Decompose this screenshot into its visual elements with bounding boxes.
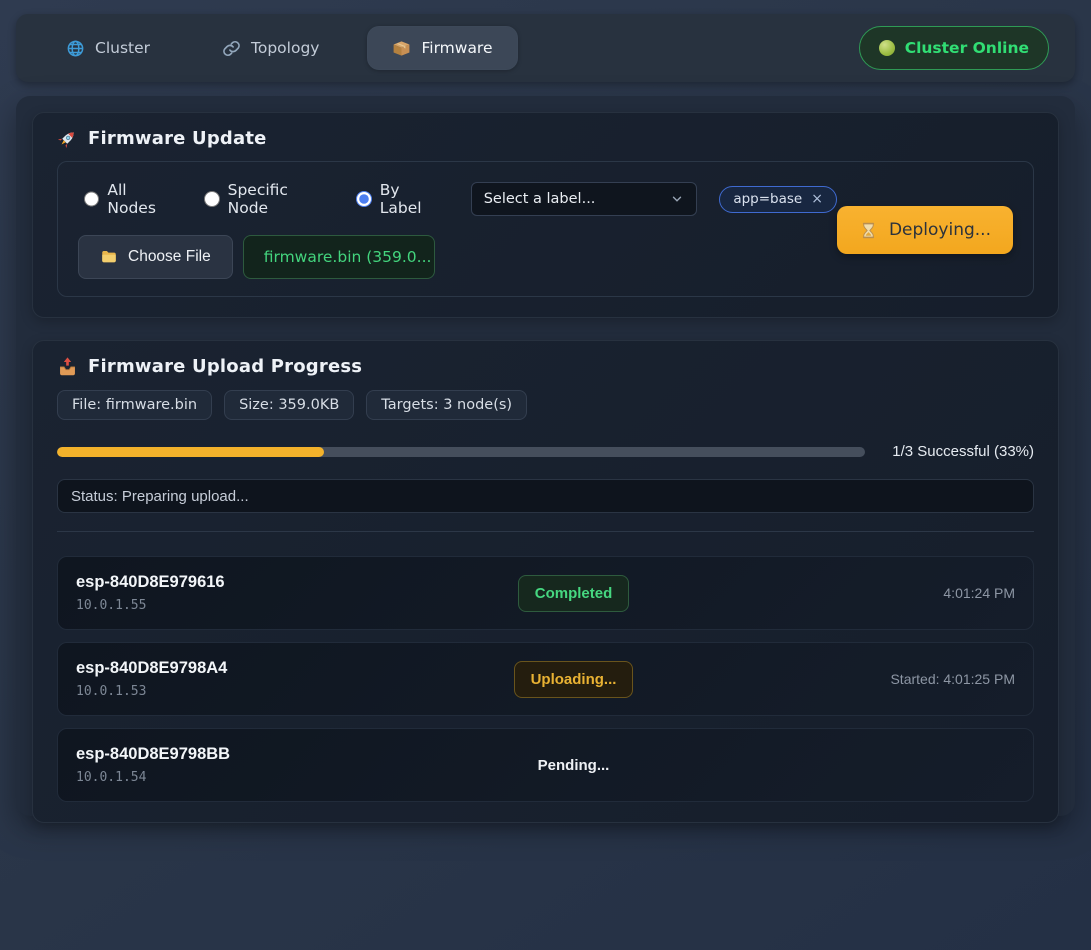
node-name: esp-840D8E9798BB [76,745,358,764]
node-row: esp-840D8E979616 10.0.1.55 Completed 4:0… [57,556,1034,630]
node-name: esp-840D8E979616 [76,573,358,592]
selected-file-chip: firmware.bin (359.0... [243,235,435,279]
label-select-placeholder: Select a label... [484,191,596,207]
target-mode-radios: All Nodes Specific Node By Label Select … [84,181,837,217]
link-icon [222,39,241,58]
upload-progress-title: Firmware Upload Progress [57,356,1034,377]
divider [57,531,1034,532]
radio-specific-node-label[interactable]: Specific Node [228,181,330,217]
radio-by-label-label[interactable]: By Label [380,181,444,217]
tab-cluster-label: Cluster [95,39,150,57]
radio-specific-node[interactable]: Specific Node [204,181,329,217]
globe-icon [66,39,85,58]
deploy-form-fields: All Nodes Specific Node By Label Select … [78,181,837,279]
label-tag-app-base[interactable]: app=base × [719,186,837,213]
meta-badge-file: File: firmware.bin [57,390,212,420]
status-badge-uploading: Uploading... [514,661,634,698]
node-ip: 10.0.1.54 [76,770,358,785]
hourglass-icon [859,221,878,240]
deploy-button[interactable]: Deploying... [837,206,1013,254]
green-dot-icon [879,40,895,56]
outbox-icon [57,356,78,377]
cluster-status-label: Cluster Online [905,39,1029,57]
selected-file-label: firmware.bin (359.0... [264,248,432,266]
choose-file-label: Choose File [128,248,211,266]
label-select[interactable]: Select a label... [471,182,698,216]
node-row: esp-840D8E9798A4 10.0.1.53 Uploading... … [57,642,1034,716]
tab-firmware-label: Firmware [421,39,492,57]
radio-all-nodes-label[interactable]: All Nodes [107,181,177,217]
node-time: Started: 4:01:25 PM [789,671,1015,687]
upload-progress-row: 1/3 Successful (33%) [57,443,1034,460]
upload-progress-card: Firmware Upload Progress File: firmware.… [32,340,1059,823]
folder-icon [100,248,118,266]
node-time: 4:01:24 PM [789,585,1015,601]
file-picker-row: Choose File firmware.bin (359.0... [78,235,837,279]
progress-summary: 1/3 Successful (33%) [882,443,1034,460]
top-navbar: Cluster Topology Firmware Cluster Online [16,14,1075,82]
upload-meta-badges: File: firmware.bin Size: 359.0KB Targets… [57,390,1034,420]
node-list: esp-840D8E979616 10.0.1.55 Completed 4:0… [57,556,1034,802]
progress-bar-track [57,447,865,457]
node-row: esp-840D8E9798BB 10.0.1.54 Pending... [57,728,1034,802]
radio-specific-node-input[interactable] [204,191,219,207]
meta-badge-size: Size: 359.0KB [224,390,354,420]
node-ip: 10.0.1.55 [76,598,358,613]
firmware-update-card: Firmware Update All Nodes Specific Node … [32,112,1059,318]
label-tag-text: app=base [733,191,802,207]
radio-all-nodes-input[interactable] [84,191,99,207]
node-name: esp-840D8E9798A4 [76,659,358,678]
choose-file-button[interactable]: Choose File [78,235,233,279]
meta-badge-targets: Targets: 3 node(s) [366,390,527,420]
node-ip: 10.0.1.53 [76,684,358,699]
status-text-pending: Pending... [538,757,610,774]
upload-status-box: Status: Preparing upload... [57,479,1034,513]
cluster-status-badge[interactable]: Cluster Online [859,26,1049,70]
progress-fill [57,447,324,457]
rocket-icon [57,128,78,149]
radio-by-label[interactable]: By Label [356,181,443,217]
tab-cluster[interactable]: Cluster [42,26,174,70]
status-badge-completed: Completed [518,575,630,612]
deploy-button-label: Deploying... [889,220,991,240]
tab-topology[interactable]: Topology [198,26,343,70]
main-container: Firmware Update All Nodes Specific Node … [16,96,1075,816]
deploy-form: All Nodes Specific Node By Label Select … [57,161,1034,297]
firmware-update-title: Firmware Update [57,128,1034,149]
tab-topology-label: Topology [251,39,319,57]
tag-remove-icon[interactable]: × [811,191,823,207]
tab-firmware[interactable]: Firmware [367,26,517,70]
chevron-down-icon [670,192,684,206]
package-icon [392,39,411,58]
radio-by-label-input[interactable] [356,191,371,207]
radio-all-nodes[interactable]: All Nodes [84,181,177,217]
